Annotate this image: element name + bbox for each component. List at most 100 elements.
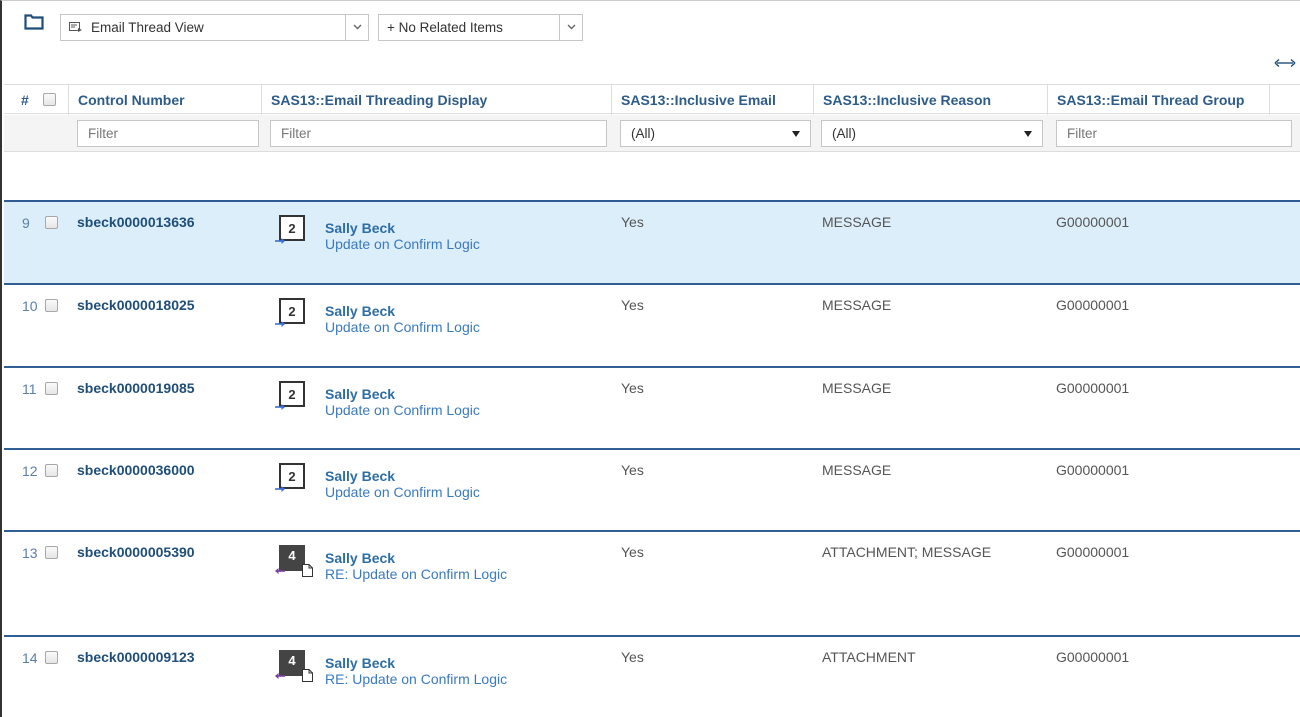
inclusive-email-value: Yes [621, 544, 644, 560]
row-checkbox[interactable] [45, 464, 58, 477]
thread-count: 2 [288, 304, 296, 319]
row-number: 13 [22, 545, 38, 561]
header-threading-display-label: SAS13::Email Threading Display [271, 92, 488, 108]
filter-inclusive-reason[interactable]: (All) [821, 120, 1043, 147]
header-thread-group[interactable]: SAS13::Email Thread Group [1048, 85, 1270, 115]
email-sender: Sally Beck [325, 468, 396, 484]
email-sender: Sally Beck [325, 386, 396, 402]
chevron-down-icon [353, 24, 362, 30]
header-inclusive-email-label: SAS13::Inclusive Email [621, 92, 776, 108]
folder-icon[interactable] [24, 13, 44, 30]
row-checkbox[interactable] [45, 382, 58, 395]
header-number: # [4, 85, 69, 115]
email-subject-link[interactable]: Update on Confirm Logic [325, 484, 480, 500]
email-sender: Sally Beck [325, 655, 396, 671]
inclusive-email-value: Yes [621, 297, 644, 313]
caret-down-icon [792, 131, 800, 137]
email-subject-link[interactable]: Update on Confirm Logic [325, 236, 480, 252]
table-row[interactable]: 13 sbeck0000005390 4 Sally Beck RE: Update o… [4, 530, 1300, 635]
reply-arrow-icon [275, 673, 285, 679]
control-number-link[interactable]: sbeck0000005390 [77, 544, 195, 560]
select-all-checkbox[interactable] [43, 93, 56, 106]
control-number-link[interactable]: sbeck0000013636 [77, 214, 195, 230]
forward-arrow-icon [275, 404, 285, 410]
row-number: 14 [22, 650, 38, 666]
thread-count: 4 [288, 548, 296, 563]
thread-group-value: G00000001 [1056, 380, 1130, 396]
inclusive-reason-value: MESSAGE [822, 462, 892, 478]
row-number: 10 [22, 298, 38, 314]
row-number: 11 [22, 381, 37, 397]
header-inclusive-email[interactable]: SAS13::Inclusive Email [612, 85, 814, 115]
related-items-select[interactable]: + No Related Items [378, 14, 583, 41]
attachment-document-icon [302, 669, 313, 682]
table-row[interactable]: 11 sbeck0000019085 2 Sally Beck Update on Co… [4, 366, 1300, 448]
filter-thread-group[interactable]: Filter [1056, 120, 1292, 147]
thread-group-value: G00000001 [1056, 214, 1130, 230]
related-items-label: + No Related Items [387, 20, 503, 35]
filter-control-number[interactable]: Filter [77, 120, 259, 147]
control-number-link[interactable]: sbeck0000018025 [77, 297, 195, 313]
email-subject-link[interactable]: Update on Confirm Logic [325, 319, 480, 335]
inclusive-reason-value: MESSAGE [822, 297, 892, 313]
inclusive-reason-value: ATTACHMENT; MESSAGE [822, 544, 992, 560]
row-number: 9 [22, 215, 30, 231]
header-threading-display[interactable]: SAS13::Email Threading Display [262, 85, 612, 115]
inclusive-email-value: Yes [621, 214, 644, 230]
forward-arrow-icon [275, 486, 285, 492]
forward-arrow-icon [275, 321, 285, 327]
row-checkbox[interactable] [45, 299, 58, 312]
filter-threading-display[interactable]: Filter [270, 120, 607, 147]
filter-row: Filter Filter (All) (All) Filter [4, 115, 1300, 152]
caret-down-icon [1024, 131, 1032, 137]
filter-control-number-text: Filter [88, 126, 118, 141]
related-items-dropdown[interactable] [559, 15, 582, 40]
header-inclusive-reason-label: SAS13::Inclusive Reason [823, 92, 992, 108]
filter-inclusive-email[interactable]: (All) [620, 120, 811, 147]
email-view-icon [69, 22, 82, 32]
thread-group-value: G00000001 [1056, 649, 1130, 665]
grid-header: # Control Number SAS13::Email Threading … [4, 84, 1300, 115]
toolbar: Email Thread View + No Related Items [2, 1, 1300, 41]
control-number-link[interactable]: sbeck0000019085 [77, 380, 195, 396]
forward-arrow-icon [275, 238, 285, 244]
thread-group-value: G00000001 [1056, 544, 1130, 560]
row-checkbox[interactable] [45, 216, 58, 229]
inclusive-reason-value: ATTACHMENT [822, 649, 916, 665]
thread-count: 4 [288, 653, 296, 668]
thread-count: 2 [288, 221, 296, 236]
email-sender: Sally Beck [325, 303, 396, 319]
email-subject-link[interactable]: RE: Update on Confirm Logic [325, 566, 507, 582]
table-row[interactable]: 10 sbeck0000018025 2 Sally Beck Update on Co… [4, 283, 1300, 366]
table-row[interactable]: 9 sbeck0000013636 2 Sally Beck Update on Con… [4, 200, 1300, 283]
view-select-dropdown[interactable] [345, 15, 368, 40]
thread-count: 2 [288, 469, 296, 484]
table-row[interactable]: 12 sbeck0000036000 2 Sally Beck Update on Co… [4, 448, 1300, 530]
view-select[interactable]: Email Thread View [60, 14, 369, 41]
table-row[interactable]: 14 sbeck0000009123 4 Sally Beck RE: Update o… [4, 635, 1300, 717]
document-list-frame: Email Thread View + No Related Items # C… [0, 0, 1300, 717]
row-number: 12 [22, 463, 38, 479]
email-sender: Sally Beck [325, 550, 396, 566]
thread-group-value: G00000001 [1056, 297, 1130, 313]
filter-inclusive-email-value: (All) [631, 126, 655, 141]
row-checkbox[interactable] [45, 651, 58, 664]
filter-threading-display-text: Filter [281, 126, 311, 141]
control-number-link[interactable]: sbeck0000036000 [77, 462, 195, 478]
thread-group-value: G00000001 [1056, 462, 1130, 478]
filter-inclusive-reason-value: (All) [832, 126, 856, 141]
inclusive-email-value: Yes [621, 380, 644, 396]
chevron-down-icon [567, 24, 576, 30]
header-number-label: # [21, 92, 29, 108]
row-checkbox[interactable] [45, 546, 58, 559]
header-control-number[interactable]: Control Number [69, 85, 262, 115]
control-number-link[interactable]: sbeck0000009123 [77, 649, 195, 665]
expand-columns-icon[interactable] [1274, 57, 1296, 69]
email-subject-link[interactable]: RE: Update on Confirm Logic [325, 671, 507, 687]
email-subject-link[interactable]: Update on Confirm Logic [325, 402, 480, 418]
header-inclusive-reason[interactable]: SAS13::Inclusive Reason [814, 85, 1048, 115]
reply-arrow-icon [275, 568, 285, 574]
email-sender: Sally Beck [325, 220, 396, 236]
header-control-number-label: Control Number [78, 92, 185, 108]
attachment-document-icon [302, 564, 313, 577]
